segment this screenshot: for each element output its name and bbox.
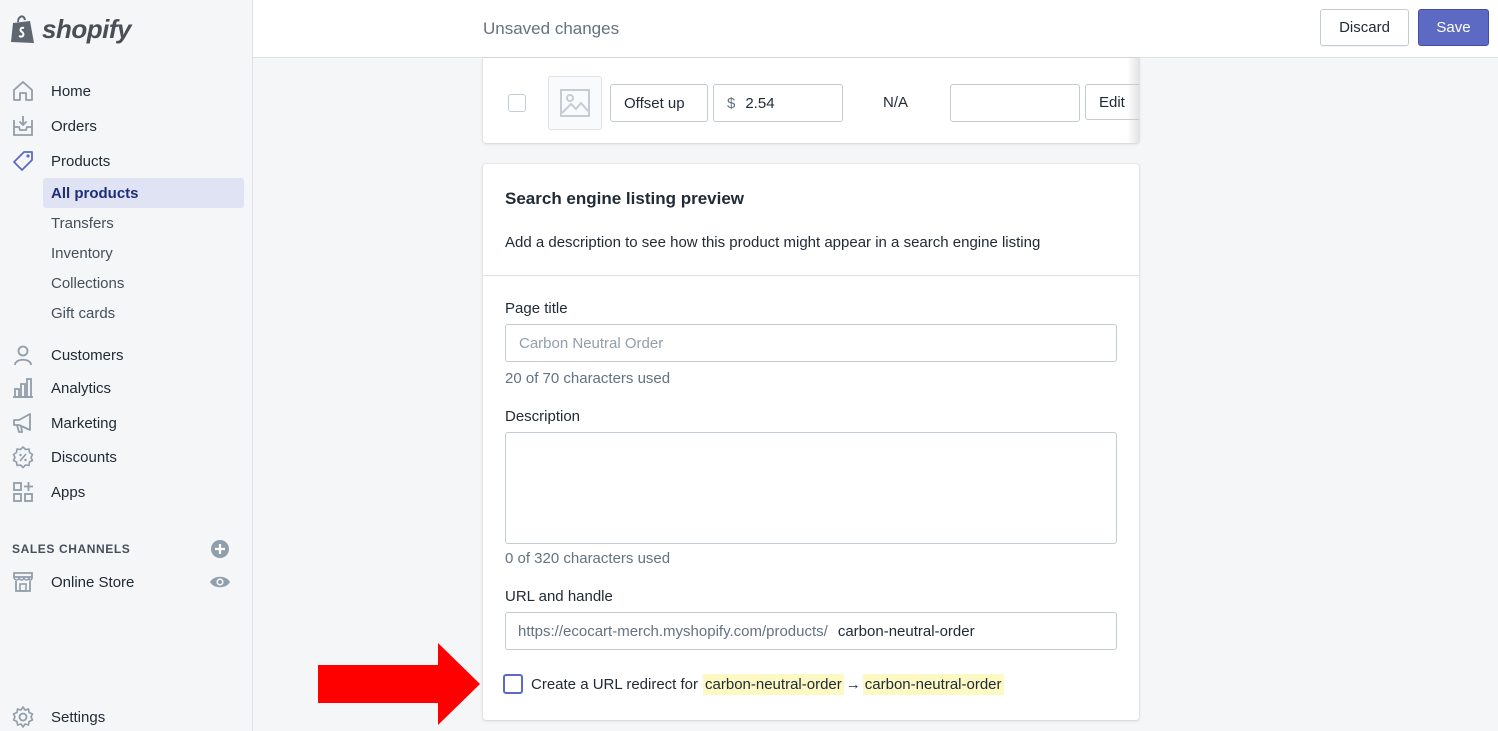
currency-symbol: $ [727, 94, 736, 112]
sub-item-inventory[interactable]: Inventory [43, 238, 244, 268]
shopify-logo[interactable]: shopify [10, 10, 131, 48]
sub-item-gift-cards[interactable]: Gift cards [43, 298, 244, 328]
right-arrow-icon: → [845, 675, 861, 693]
discount-icon [10, 444, 36, 470]
sub-item-all-products[interactable]: All products [43, 178, 244, 208]
nav-item-settings[interactable]: Settings [0, 702, 253, 731]
nav-item-products[interactable]: Products [0, 146, 253, 176]
apps-icon [10, 479, 36, 505]
redirect-from-handle: carbon-neutral-order [703, 673, 844, 695]
description-label: Description [505, 408, 581, 425]
nav-label: Discounts [51, 448, 117, 466]
nav-item-apps[interactable]: Apps [0, 477, 253, 507]
person-icon [10, 342, 36, 368]
orders-icon [10, 113, 36, 139]
nav-label: Products [51, 152, 111, 170]
home-icon [10, 78, 36, 104]
image-icon [560, 89, 590, 117]
nav-item-customers[interactable]: Customers [0, 340, 253, 370]
seo-card-title: Search engine listing preview [505, 189, 745, 208]
variant-option-field[interactable]: Offset up [610, 84, 708, 122]
nav-label: Home [51, 82, 92, 100]
brand-name: shopify [42, 13, 131, 44]
nav-item-home[interactable]: Home [0, 76, 253, 106]
sales-channels-heading: SALES CHANNELS [12, 542, 131, 556]
seo-preview-card: Search engine listing preview Add a desc… [483, 164, 1139, 720]
scroll-shadow [1127, 58, 1139, 143]
nav-item-marketing[interactable]: Marketing [0, 408, 253, 438]
sub-item-transfers[interactable]: Transfers [43, 208, 244, 238]
save-button[interactable]: Save [1418, 9, 1489, 46]
discard-button[interactable]: Discard [1320, 9, 1409, 46]
nav-item-analytics[interactable]: Analytics [0, 373, 253, 403]
sub-item-collections[interactable]: Collections [43, 268, 244, 298]
gear-icon [10, 704, 36, 730]
redirect-to-handle: carbon-neutral-order [862, 673, 1004, 695]
contextual-save-bar: Unsaved changes Discard Save [253, 0, 1498, 58]
nav-label: Apps [51, 483, 86, 501]
nav-label: Online Store [51, 573, 135, 591]
price-value: 2.54 [745, 94, 775, 112]
description-textarea[interactable] [505, 432, 1117, 544]
shopify-bag-icon [11, 15, 34, 43]
page-title-input[interactable] [505, 324, 1117, 362]
eye-icon[interactable] [209, 572, 231, 592]
megaphone-icon [10, 410, 36, 436]
url-redirect-text: Create a URL redirect for [531, 675, 699, 693]
url-handle-value[interactable]: carbon-neutral-order [838, 623, 975, 640]
url-redirect-row: Create a URL redirect for carbon-neutral… [503, 673, 1004, 695]
add-sales-channel-icon[interactable] [210, 539, 230, 559]
page-title-label: Page title [505, 300, 568, 317]
nav-label: Orders [51, 117, 97, 135]
nav-label: Customers [51, 346, 124, 364]
nav-label: Analytics [51, 379, 112, 397]
nav-item-orders[interactable]: Orders [0, 111, 253, 141]
unsaved-changes-title: Unsaved changes [483, 19, 620, 38]
variant-image-placeholder[interactable] [548, 76, 602, 130]
variant-price-field[interactable]: $ 2.54 [713, 84, 843, 122]
nav-label: Settings [51, 708, 106, 726]
bar-chart-icon [10, 375, 36, 401]
nav-label: Marketing [51, 414, 117, 432]
url-handle-field[interactable]: https://ecocart-merch.myshopify.com/prod… [505, 612, 1117, 650]
variant-select-checkbox[interactable] [508, 94, 526, 112]
seo-card-subtitle: Add a description to see how this produc… [505, 234, 1041, 251]
nav-item-discounts[interactable]: Discounts [0, 442, 253, 472]
url-redirect-checkbox[interactable] [503, 674, 523, 694]
store-icon [10, 569, 36, 595]
sidebar: shopify Home Orders Products All product… [0, 0, 253, 731]
variant-quantity: N/A [883, 94, 909, 111]
url-handle-label: URL and handle [505, 588, 613, 605]
page-title-char-count: 20 of 70 characters used [505, 370, 671, 387]
description-char-count: 0 of 320 characters used [505, 550, 671, 567]
tag-icon [10, 148, 36, 174]
red-annotation-arrow [318, 643, 480, 725]
url-prefix: https://ecocart-merch.myshopify.com/prod… [518, 622, 828, 640]
variants-card: Offset up $ 2.54 N/A Edit [483, 58, 1139, 143]
divider [483, 275, 1139, 276]
variant-sku-field[interactable] [950, 84, 1080, 122]
